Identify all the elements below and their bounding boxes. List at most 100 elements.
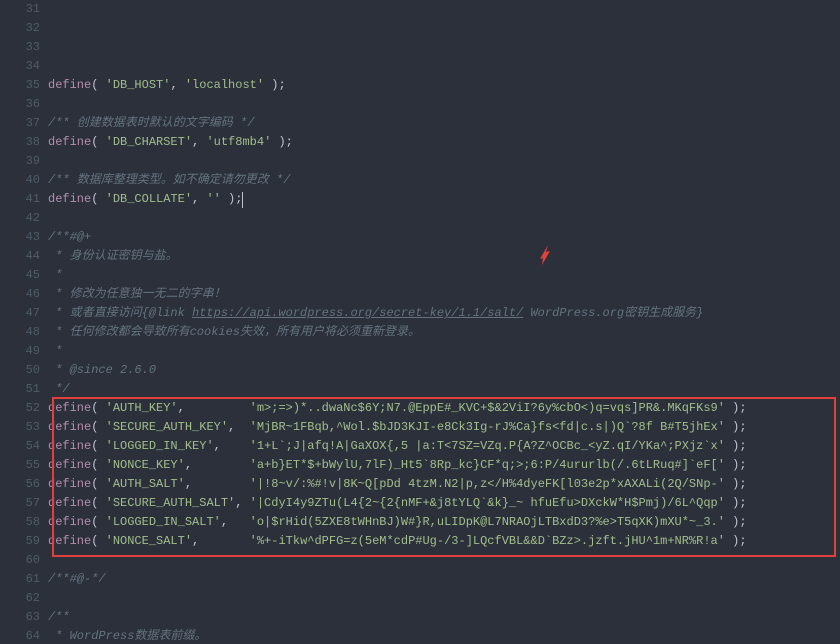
line-number: 42 [0,209,40,228]
code-line[interactable]: */ [48,380,840,399]
token-link: https://api.wordpress.org/secret-key/1.1… [192,306,523,320]
code-line[interactable]: define( 'LOGGED_IN_KEY', '1+L`;J|afq!A|G… [48,437,840,456]
token-str: '1+L`;J|afq!A|GaXOX{,5 |a:T<7SZ=VZq.P{A?… [250,439,725,453]
line-number: 45 [0,266,40,285]
line-number: 63 [0,608,40,627]
token-comment: * 身份认证密钥与盐。 [48,249,178,263]
token-punc: ); [725,458,747,472]
text-cursor [242,192,243,208]
token-str: 'NONCE_KEY' [106,458,185,472]
token-punc: ); [725,401,747,415]
token-punc: , [170,78,184,92]
line-number: 53 [0,418,40,437]
line-number: 32 [0,19,40,38]
line-number: 38 [0,133,40,152]
line-number: 50 [0,361,40,380]
line-number: 58 [0,513,40,532]
code-line[interactable]: * 修改为任意独一无二的字串！ [48,285,840,304]
line-number: 34 [0,57,40,76]
code-line[interactable]: * 任何修改都会导致所有cookies失效，所有用户将必须重新登录。 [48,323,840,342]
token-kw: define [48,496,91,510]
token-str: 'utf8mb4' [206,135,271,149]
code-line[interactable] [48,152,840,171]
code-line[interactable]: /** [48,608,840,627]
token-kw: define [48,135,91,149]
token-kw: define [48,420,91,434]
token-punc: , [178,401,250,415]
code-line[interactable]: define( 'LOGGED_IN_SALT', 'o|$rHid(5ZXE8… [48,513,840,532]
line-number: 57 [0,494,40,513]
line-number: 33 [0,38,40,57]
token-comment: * @since 2.6.0 [48,363,156,377]
token-punc: , [192,534,250,548]
token-str: 'DB_HOST' [106,78,171,92]
line-number: 46 [0,285,40,304]
code-line[interactable]: define( 'SECURE_AUTH_KEY', 'MjBR~1FBqb,^… [48,418,840,437]
line-number: 54 [0,437,40,456]
code-line[interactable] [48,95,840,114]
token-kw: define [48,515,91,529]
token-str: 'SECURE_AUTH_KEY' [106,420,228,434]
code-line[interactable] [48,589,840,608]
token-punc: , [228,420,250,434]
token-punc: ); [725,439,747,453]
code-line[interactable]: /** 数据库整理类型。如不确定请勿更改 */ [48,171,840,190]
annotation-arrow [534,205,554,229]
line-number: 61 [0,570,40,589]
token-punc: ( [91,401,105,415]
code-editor[interactable]: 3132333435363738394041424344454647484950… [0,0,840,644]
code-area[interactable]: define( 'DB_HOST', 'localhost' );/** 创建数… [48,0,840,644]
line-number: 56 [0,475,40,494]
code-line[interactable]: * @since 2.6.0 [48,361,840,380]
code-line[interactable]: define( 'DB_CHARSET', 'utf8mb4' ); [48,133,840,152]
token-comment: /** 数据库整理类型。如不确定请勿更改 */ [48,173,290,187]
token-str: 'localhost' [185,78,264,92]
token-punc: ( [91,458,105,472]
code-line[interactable]: /**#@+ [48,228,840,247]
token-punc: ); [725,477,747,491]
code-line[interactable]: define( 'NONCE_SALT', '%+-iTkw^dPFG=z(5e… [48,532,840,551]
code-line[interactable] [48,551,840,570]
token-str: '%+-iTkw^dPFG=z(5eM*cdP#Ug-/3-]LQcfVBL&&… [250,534,725,548]
token-punc: ( [91,192,105,206]
token-comment: /** [48,610,70,624]
code-line[interactable]: * [48,342,840,361]
token-str: 'AUTH_SALT' [106,477,185,491]
code-line[interactable]: /**#@-*/ [48,570,840,589]
token-str: 'LOGGED_IN_KEY' [106,439,214,453]
token-punc: ); [725,515,747,529]
token-punc: ( [91,135,105,149]
code-line[interactable]: define( 'SECURE_AUTH_SALT', '|CdyI4y9ZTu… [48,494,840,513]
token-comment: /** 创建数据表时默认的文字编码 */ [48,116,254,130]
line-number: 35 [0,76,40,95]
code-line[interactable]: define( 'NONCE_KEY', 'a+b}ET*$+bWylU,7lF… [48,456,840,475]
line-number: 48 [0,323,40,342]
code-line[interactable] [48,57,840,76]
code-line[interactable]: * 或者直接访问{@link https://api.wordpress.org… [48,304,840,323]
code-line[interactable]: define( 'DB_HOST', 'localhost' ); [48,76,840,95]
code-line[interactable]: define( 'DB_COLLATE', '' ); [48,190,840,209]
token-kw: define [48,192,91,206]
line-number: 59 [0,532,40,551]
code-line[interactable]: define( 'AUTH_SALT', '|!8~v/:%#!v|8K~Q[p… [48,475,840,494]
token-str: 'NONCE_SALT' [106,534,192,548]
code-line[interactable]: * [48,266,840,285]
token-punc: , [185,477,250,491]
line-number: 51 [0,380,40,399]
line-number: 40 [0,171,40,190]
line-number: 52 [0,399,40,418]
token-punc: , [192,135,206,149]
code-line[interactable] [48,209,840,228]
line-number: 49 [0,342,40,361]
code-line[interactable]: define( 'AUTH_KEY', 'm>;=>)*..dwaNc$6Y;N… [48,399,840,418]
token-kw: define [48,439,91,453]
code-line[interactable]: * 身份认证密钥与盐。 [48,247,840,266]
code-line[interactable]: * WordPress数据表前缀。 [48,627,840,644]
token-str: 'm>;=>)*..dwaNc$6Y;N7.@EppE#_KVC+$&2ViI?… [250,401,725,415]
line-number: 60 [0,551,40,570]
line-number: 47 [0,304,40,323]
token-punc: ( [91,534,105,548]
token-comment: /**#@-*/ [48,572,106,586]
token-str: 'LOGGED_IN_SALT' [106,515,221,529]
code-line[interactable]: /** 创建数据表时默认的文字编码 */ [48,114,840,133]
